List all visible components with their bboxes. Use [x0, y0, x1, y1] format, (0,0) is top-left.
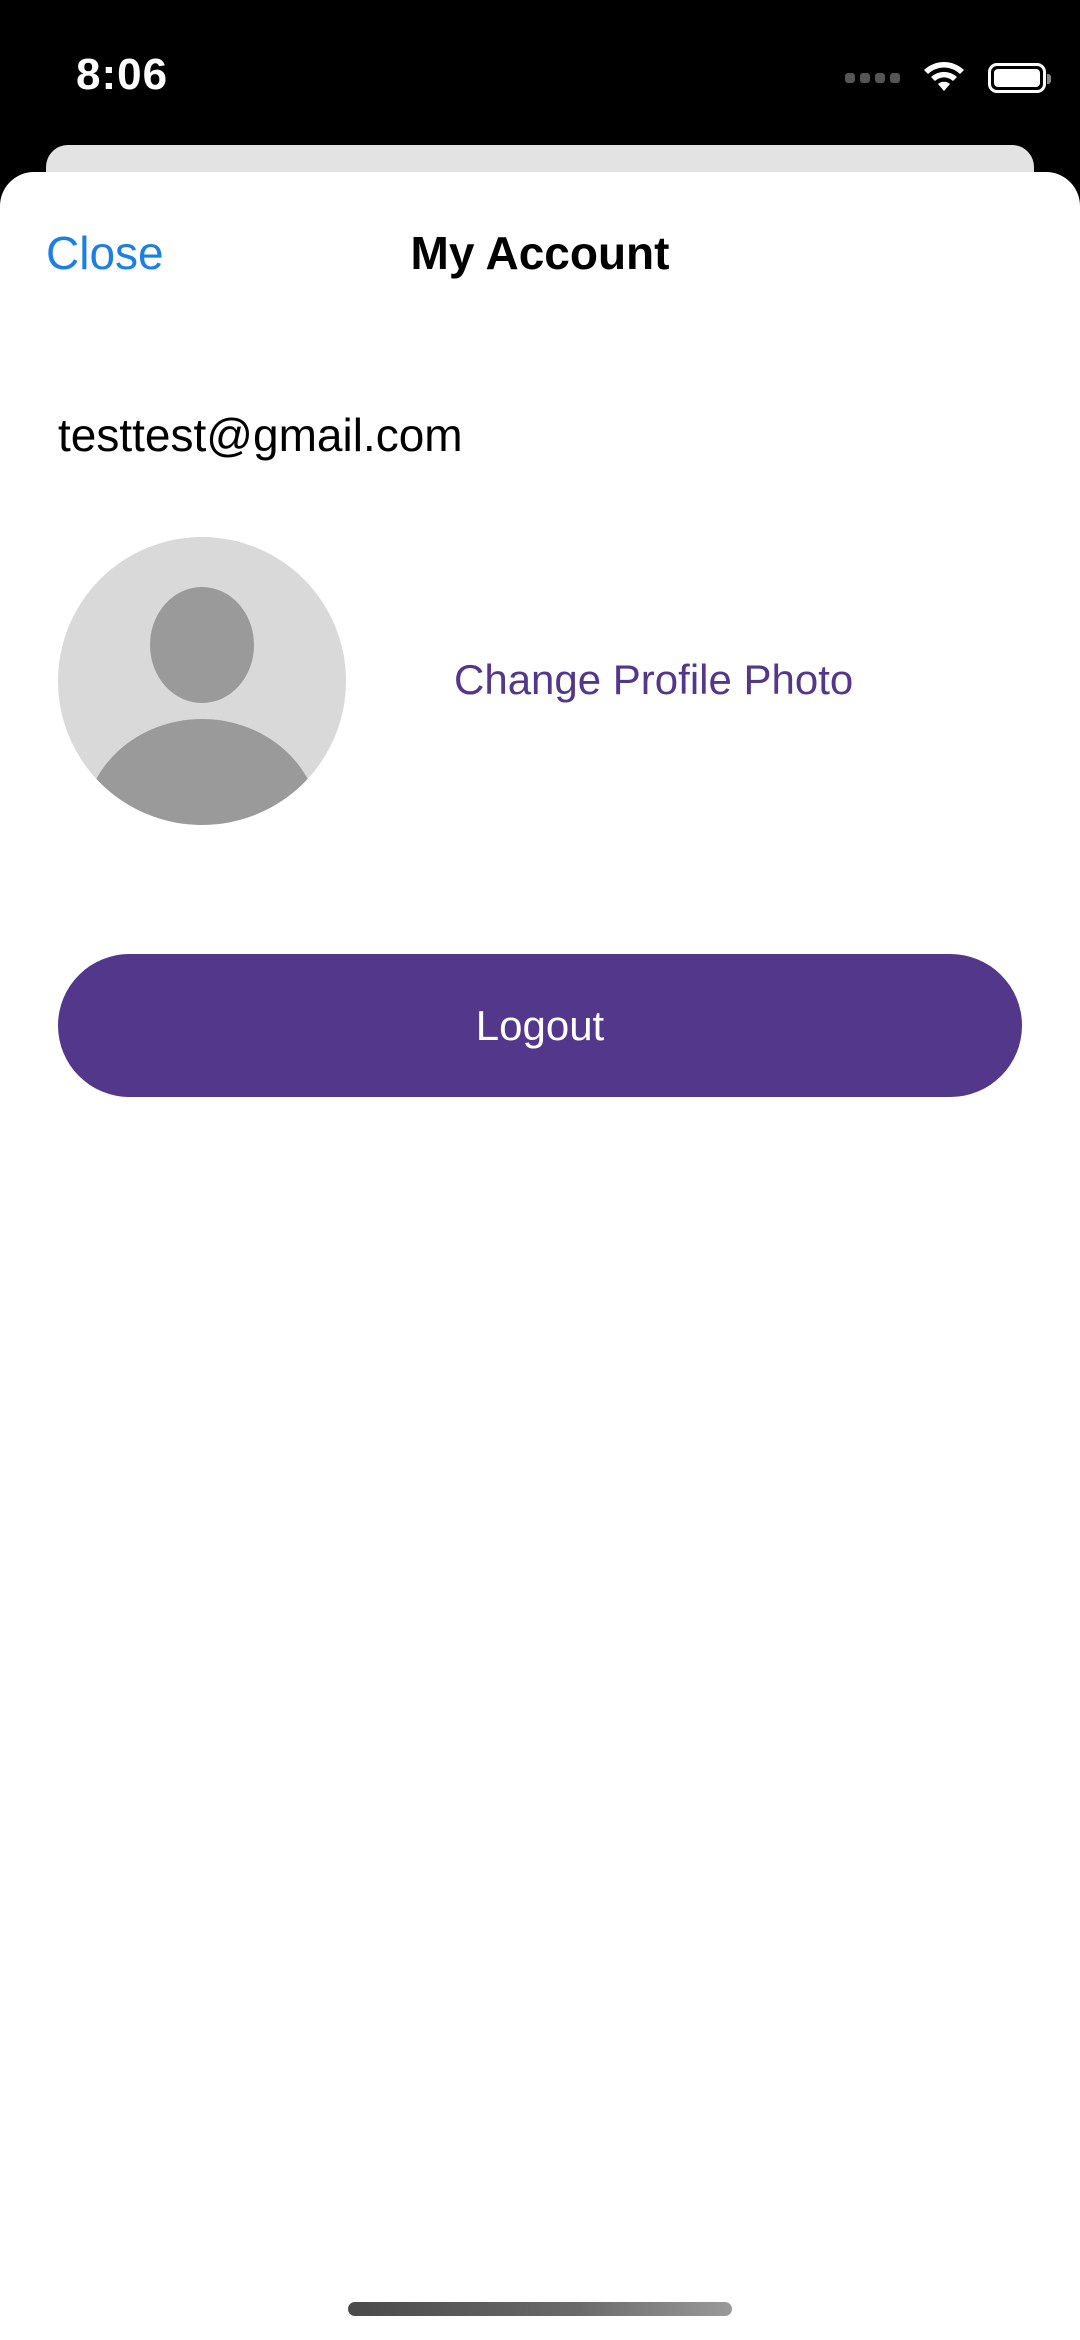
status-bar: 8:06: [0, 0, 1080, 140]
screen: 8:06 Close My Account testtest@gmail.com: [0, 0, 1080, 2340]
logout-button-label: Logout: [475, 1001, 605, 1049]
cellular-signal-icon: [845, 73, 900, 83]
nav-bar: Close My Account: [0, 172, 1080, 338]
status-time: 8:06: [76, 50, 169, 99]
avatar[interactable]: [58, 537, 346, 825]
status-icons: [845, 58, 1051, 98]
wifi-icon: [924, 62, 964, 91]
home-indicator[interactable]: [348, 2302, 732, 2316]
logout-button[interactable]: Logout: [58, 954, 1022, 1097]
battery-icon: [988, 63, 1051, 93]
default-avatar-icon: [58, 537, 346, 825]
account-email: testtest@gmail.com: [58, 409, 463, 461]
page-title: My Account: [410, 227, 670, 279]
change-profile-photo-link[interactable]: Change Profile Photo: [454, 656, 853, 704]
account-sheet: Close My Account testtest@gmail.com Chan…: [0, 172, 1080, 2340]
